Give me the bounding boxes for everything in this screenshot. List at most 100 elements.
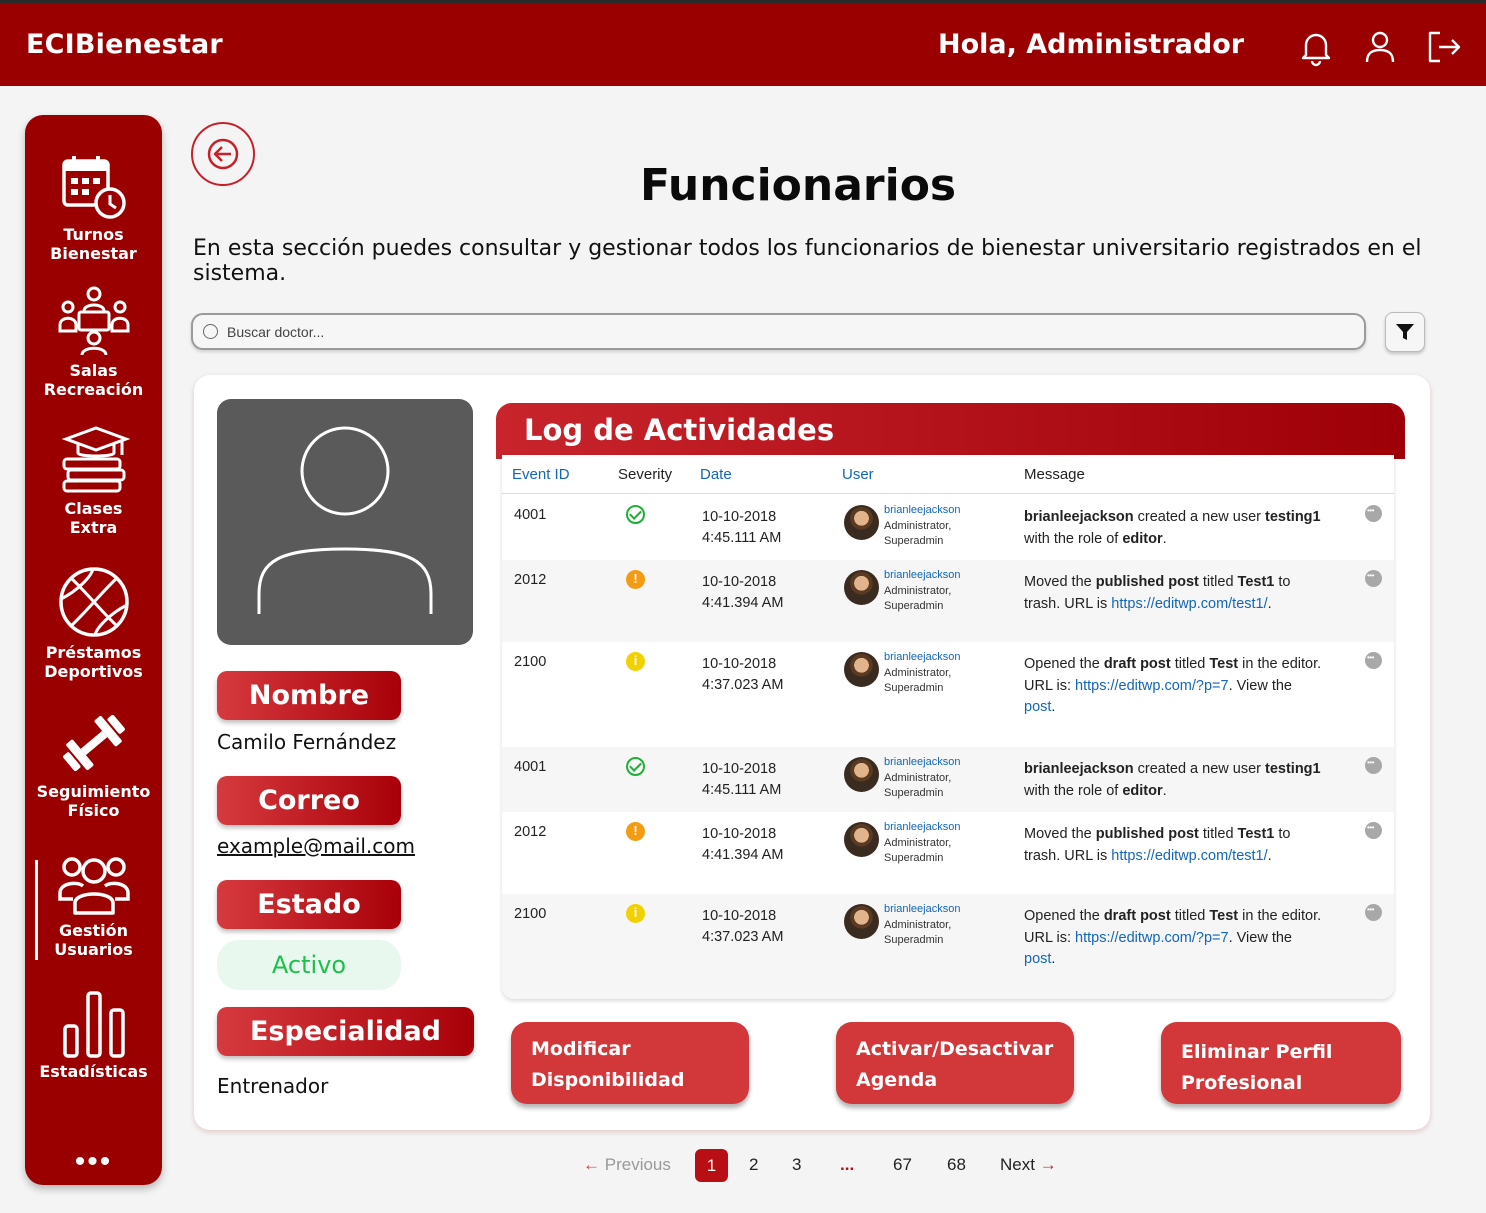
message-text: . xyxy=(1162,782,1167,799)
sidebar-item-salas-recreacion[interactable]: Salas Recreación xyxy=(25,285,162,399)
status-badge: Activo xyxy=(217,940,401,990)
sidebar-item-label: Seguimiento xyxy=(36,782,151,801)
message-link[interactable]: post xyxy=(1024,951,1051,967)
event-date-day: 10-10-2018 xyxy=(702,574,777,590)
page-2-button[interactable]: 2 xyxy=(749,1155,758,1175)
table-row[interactable]: 2012 10-10-2018 4:41.394 AM brianleejackson… xyxy=(502,812,1394,894)
user-name-link[interactable]: brianleejackson xyxy=(884,650,960,666)
more-options-icon[interactable] xyxy=(1365,570,1382,587)
more-options-icon[interactable] xyxy=(1365,757,1382,774)
more-options-icon[interactable] xyxy=(1365,822,1382,839)
user-role: Administrator, xyxy=(884,519,952,532)
delete-profile-button[interactable]: Eliminar Perfil Profesional xyxy=(1161,1022,1401,1104)
search-input[interactable] xyxy=(227,319,1327,344)
message-text: Test1 xyxy=(1237,574,1275,590)
event-date: 10-10-2018 4:41.394 AM xyxy=(702,572,783,614)
more-options-icon[interactable] xyxy=(1365,505,1382,522)
event-message: Moved the published post titled Test1 to… xyxy=(1024,572,1324,615)
user-name-link[interactable]: brianleejackson xyxy=(884,568,960,584)
email-label: Correo xyxy=(217,776,401,825)
table-row[interactable]: 4001 10-10-2018 4:45.111 AM brianleejackson… xyxy=(502,495,1394,560)
email-link[interactable]: example@mail.com xyxy=(217,834,415,858)
sidebar-item-label: Recreación xyxy=(43,380,144,399)
message-link[interactable]: https://editwp.com/?p=7 xyxy=(1075,930,1229,946)
sidebar-item-label: Turnos xyxy=(63,225,124,244)
bell-icon[interactable] xyxy=(1296,27,1336,67)
page-description: En esta sección puedes consultar y gesti… xyxy=(193,236,1422,286)
user-role: Superadmin xyxy=(884,787,944,799)
column-header-message[interactable]: Message xyxy=(1024,466,1085,483)
more-options-icon[interactable] xyxy=(1365,904,1382,921)
message-text: Moved the xyxy=(1024,574,1096,590)
pagination-previous[interactable]: ← Previous xyxy=(583,1155,671,1175)
button-label: Profesional xyxy=(1181,1072,1303,1094)
user-name-link[interactable]: brianleejackson xyxy=(884,820,960,836)
search-bar xyxy=(191,313,1366,350)
user-name-link[interactable]: brianleejackson xyxy=(884,503,960,519)
message-text: Opened the xyxy=(1024,908,1104,924)
more-options-icon[interactable] xyxy=(1365,652,1382,669)
button-label: Disponibilidad xyxy=(531,1069,685,1091)
event-date-day: 10-10-2018 xyxy=(702,509,777,525)
sidebar-item-label: Estadísticas xyxy=(39,1062,148,1081)
table-row[interactable]: 4001 10-10-2018 4:45.111 AM brianleejackson… xyxy=(502,747,1394,812)
avatar xyxy=(217,399,473,645)
sidebar-item-turnos-bienestar[interactable]: Turnos Bienestar xyxy=(25,153,162,263)
column-header-user[interactable]: User xyxy=(842,466,874,483)
sidebar-item-prestamos-deportivos[interactable]: Préstamos Deportivos xyxy=(25,565,162,681)
page-1-button[interactable]: 1 xyxy=(695,1149,728,1182)
user-role: Superadmin xyxy=(884,852,944,864)
message-link[interactable]: post xyxy=(1024,699,1051,715)
message-text: titled xyxy=(1170,908,1210,924)
user-avatar xyxy=(844,757,879,792)
event-user: brianleejackson Administrator, Superadmin xyxy=(884,568,960,615)
message-text: brianleejackson xyxy=(1024,509,1134,525)
user-name-link[interactable]: brianleejackson xyxy=(884,755,960,771)
header-divider xyxy=(502,493,1394,494)
logout-icon[interactable] xyxy=(1424,27,1464,67)
page-3-button[interactable]: 3 xyxy=(792,1155,801,1175)
column-header-event-id[interactable]: Event ID xyxy=(512,466,570,483)
sidebar-item-estadisticas[interactable]: Estadísticas xyxy=(25,990,162,1081)
modify-availability-button[interactable]: Modificar Disponibilidad xyxy=(511,1022,749,1104)
table-row[interactable]: 2100 10-10-2018 4:37.023 AM brianleejackson… xyxy=(502,642,1394,747)
toggle-agenda-button[interactable]: Activar/Desactivar Agenda xyxy=(836,1022,1074,1104)
message-text: Opened the xyxy=(1024,656,1104,672)
message-text: testing1 xyxy=(1265,761,1321,777)
back-button[interactable] xyxy=(191,122,255,186)
page-title: Funcionarios xyxy=(640,160,957,211)
greeting-text: Hola, Administrador xyxy=(938,29,1245,60)
message-link[interactable]: https://editwp.com/test1/ xyxy=(1111,596,1267,612)
message-text: testing1 xyxy=(1265,509,1321,525)
sidebar-item-clases-extra[interactable]: Clases Extra xyxy=(25,425,162,537)
check-circle-icon xyxy=(626,505,645,524)
page-68-button[interactable]: 68 xyxy=(947,1155,966,1175)
more-options-icon[interactable]: ••• xyxy=(25,1145,162,1179)
activity-log-title: Log de Actividades xyxy=(524,413,835,447)
brand-title: ECIBienestar xyxy=(26,29,223,60)
info-icon xyxy=(626,904,645,923)
event-message: brianleejackson created a new user testi… xyxy=(1024,759,1324,802)
message-link[interactable]: https://editwp.com/?p=7 xyxy=(1075,678,1229,694)
user-name-link[interactable]: brianleejackson xyxy=(884,902,960,918)
pagination-next[interactable]: Next → xyxy=(1000,1155,1057,1175)
table-row[interactable]: 2012 10-10-2018 4:41.394 AM brianleejackson… xyxy=(502,560,1394,642)
message-text: . View the xyxy=(1228,929,1292,946)
table-row[interactable]: 2100 10-10-2018 4:37.023 AM brianleejackson… xyxy=(502,894,1394,999)
user-avatar xyxy=(844,505,879,540)
sidebar-item-gestion-usuarios[interactable]: Gestión Usuarios xyxy=(25,853,162,959)
event-user: brianleejackson Administrator, Superadmin xyxy=(884,820,960,867)
search-icon xyxy=(203,324,218,339)
dumbbell-icon xyxy=(62,714,125,772)
page-67-button[interactable]: 67 xyxy=(893,1155,912,1175)
message-link[interactable]: https://editwp.com/test1/ xyxy=(1111,848,1267,864)
message-text: . xyxy=(1051,699,1056,715)
user-icon[interactable] xyxy=(1360,27,1400,67)
event-user: brianleejackson Administrator, Superadmin xyxy=(884,503,960,550)
sidebar-item-label: Clases xyxy=(64,499,123,518)
sidebar-item-seguimiento-fisico[interactable]: Seguimiento Físico xyxy=(25,708,162,820)
filter-button[interactable] xyxy=(1385,312,1425,352)
message-text: created a new user xyxy=(1133,761,1265,777)
column-header-date[interactable]: Date xyxy=(700,466,732,483)
column-header-severity[interactable]: Severity xyxy=(618,466,672,483)
